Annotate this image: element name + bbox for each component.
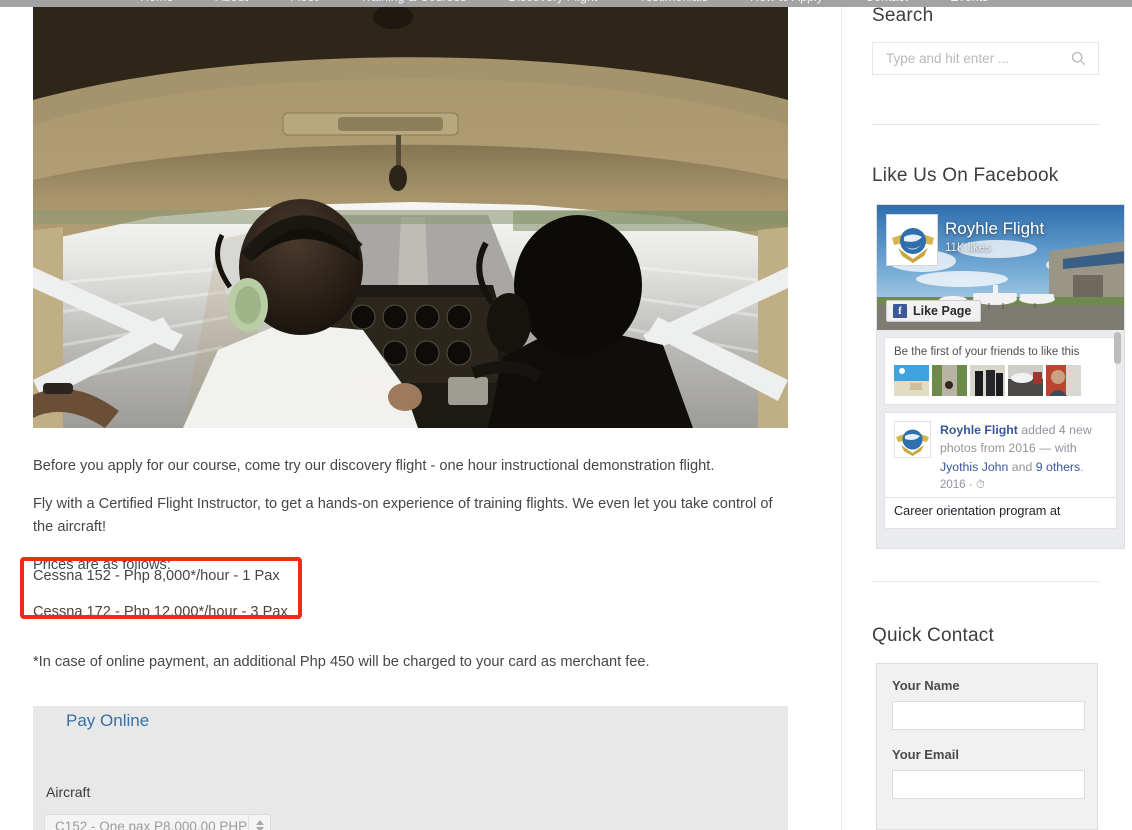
your-name-label: Your Name	[892, 678, 960, 693]
price-line-cessna-152: Cessna 152 - Php 8,000*/hour - 1 Pax	[33, 568, 280, 584]
aircraft-selected-value: C152 - One pax P8,000.00 PHP	[55, 818, 248, 830]
friend-thumbnail[interactable]	[894, 365, 929, 396]
search-icon[interactable]	[1071, 51, 1098, 66]
friend-thumbnail[interactable]	[1046, 365, 1081, 396]
facebook-post: Royhle Flight added 4 new photos from 20…	[884, 412, 1117, 498]
facebook-scrollbar-thumb[interactable]	[1114, 332, 1121, 364]
merchant-fee-footnote: *In case of online payment, an additiona…	[33, 654, 650, 670]
search-divider	[872, 124, 1099, 125]
facebook-page-name[interactable]: Royhle Flight	[945, 219, 1044, 239]
quick-contact-divider	[872, 581, 1099, 582]
facebook-friends-panel: Be the first of your friends to like thi…	[884, 337, 1117, 405]
cockpit-hero-image	[33, 5, 788, 428]
search-heading: Search	[872, 5, 934, 26]
page-root: Home About Fleet Training & Courses Disc…	[0, 0, 1132, 830]
facebook-post-and: and	[1008, 459, 1036, 474]
nav-item-how-to-apply[interactable]: How to Apply	[750, 0, 823, 4]
facebook-post-caption: Career orientation program at	[884, 497, 1117, 529]
nav-item-home[interactable]: Home	[140, 0, 173, 4]
facebook-post-with-prefix: — with	[1035, 441, 1077, 456]
friend-thumbnail[interactable]	[970, 365, 1005, 396]
facebook-post-others[interactable]: 9 others	[1036, 460, 1080, 474]
facebook-tagged-person[interactable]: Jyothis John	[940, 460, 1008, 474]
your-email-field[interactable]	[892, 770, 1085, 799]
facebook-friends-prompt: Be the first of your friends to like thi…	[894, 346, 1080, 358]
aircraft-select[interactable]: C152 - One pax P8,000.00 PHP	[44, 814, 271, 830]
sidebar: Search Type and hit enter ... Like Us On…	[872, 0, 1125, 830]
facebook-feed-scrollbar[interactable]	[1114, 330, 1121, 548]
quick-contact-heading: Quick Contact	[872, 625, 994, 646]
facebook-post-timestamp: 2016 · ⏱	[940, 477, 1107, 494]
your-name-field[interactable]	[892, 701, 1085, 730]
facebook-logo-icon: f	[893, 304, 907, 318]
nav-item-events[interactable]: Events	[950, 0, 988, 4]
price-list: Cessna 152 - Php 8,000*/hour - 1 Pax Ces…	[20, 557, 453, 636]
clock-icon: · ⏱	[968, 479, 985, 492]
facebook-post-text: Royhle Flight added 4 new photos from 20…	[940, 421, 1107, 495]
facebook-cover-photo: Royhle Flight 11K likes f Like Page	[877, 205, 1124, 330]
search-placeholder: Type and hit enter ...	[886, 51, 1010, 66]
facebook-post-header: Royhle Flight added 4 new photos from 20…	[894, 421, 1107, 495]
content-sidebar-divider	[841, 0, 842, 830]
facebook-post-avatar	[894, 421, 931, 458]
intro-paragraph: Before you apply for our course, come tr…	[33, 458, 715, 474]
nav-item-contact[interactable]: Contact	[865, 0, 908, 4]
facebook-page-avatar	[886, 214, 938, 266]
facebook-like-page-button[interactable]: f Like Page	[886, 300, 982, 322]
stepper-arrows-icon[interactable]	[248, 815, 270, 830]
nav-item-discovery-flight[interactable]: Discovery Flight	[508, 0, 597, 4]
nav-item-about[interactable]: About	[215, 0, 248, 4]
facebook-heading: Like Us On Facebook	[872, 165, 1059, 186]
facebook-post-from: from 2016	[980, 441, 1036, 456]
nav-item-testimonials[interactable]: Testimonials	[639, 0, 708, 4]
description-paragraph: Fly with a Certified Flight Instructor, …	[33, 495, 773, 536]
facebook-timestamp-value: 2016	[940, 479, 966, 492]
facebook-friend-thumbnails	[894, 365, 1107, 396]
nav-item-fleet[interactable]: Fleet	[290, 0, 318, 4]
your-email-label: Your Email	[892, 747, 959, 762]
quick-contact-form: Your Name Your Email	[876, 663, 1098, 830]
price-line-cessna-172: Cessna 172 - Php 12,000*/hour - 3 Pax	[33, 603, 288, 620]
facebook-like-button-label: Like Page	[913, 304, 972, 318]
search-input[interactable]: Type and hit enter ...	[872, 42, 1099, 75]
facebook-post-period: .	[1080, 459, 1084, 474]
pay-online-panel: Pay Online Aircraft C152 - One pax P8,00…	[33, 706, 788, 830]
main-content-column: Before you apply for our course, come tr…	[20, 0, 821, 830]
facebook-feed[interactable]: Be the first of your friends to like thi…	[877, 330, 1124, 548]
aircraft-label: Aircraft	[46, 784, 91, 800]
nav-item-training-courses[interactable]: Training & Courses	[360, 0, 467, 4]
facebook-page-plugin: Royhle Flight 11K likes f Like Page Be t…	[876, 204, 1125, 549]
facebook-like-count: 11K likes	[945, 242, 991, 254]
facebook-post-author[interactable]: Royhle Flight	[940, 423, 1018, 437]
top-navigation-items: Home About Fleet Training & Courses Disc…	[140, 0, 988, 4]
pay-online-title: Pay Online	[66, 711, 150, 730]
top-navigation-bar: Home About Fleet Training & Courses Disc…	[0, 0, 1132, 7]
friend-thumbnail[interactable]	[932, 365, 967, 396]
friend-thumbnail[interactable]	[1008, 365, 1043, 396]
